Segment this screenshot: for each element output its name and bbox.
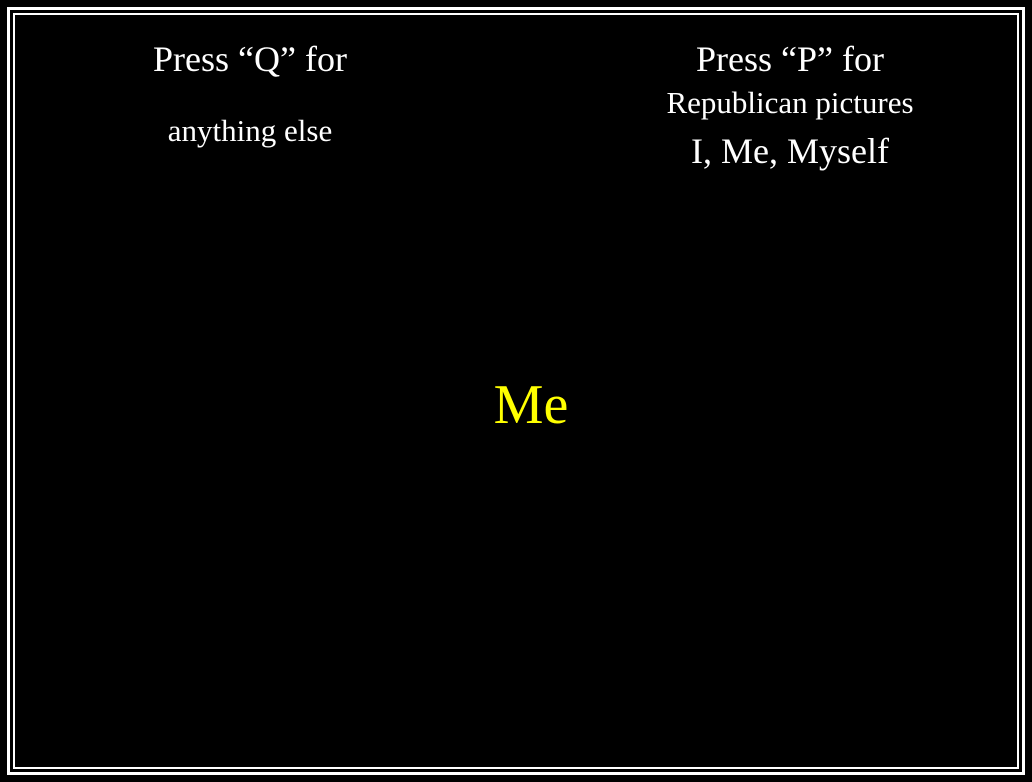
right-category-panel: Press “P” for Republican pictures I, Me,… [615, 41, 965, 181]
left-key-prompt: Press “Q” for [153, 39, 347, 79]
right-category-primary-label: Republican pictures [666, 85, 914, 120]
right-key-prompt: Press “P” for [696, 39, 884, 79]
screen-frame: Press “Q” for anything else Press “P” fo… [0, 0, 1032, 782]
stimulus-screen: Press “Q” for anything else Press “P” fo… [13, 13, 1019, 769]
left-category-label: anything else [167, 113, 333, 148]
stimulus-word: Me [493, 374, 569, 436]
right-category-secondary-label: I, Me, Myself [691, 131, 889, 171]
left-category-panel: Press “Q” for anything else [85, 41, 415, 171]
